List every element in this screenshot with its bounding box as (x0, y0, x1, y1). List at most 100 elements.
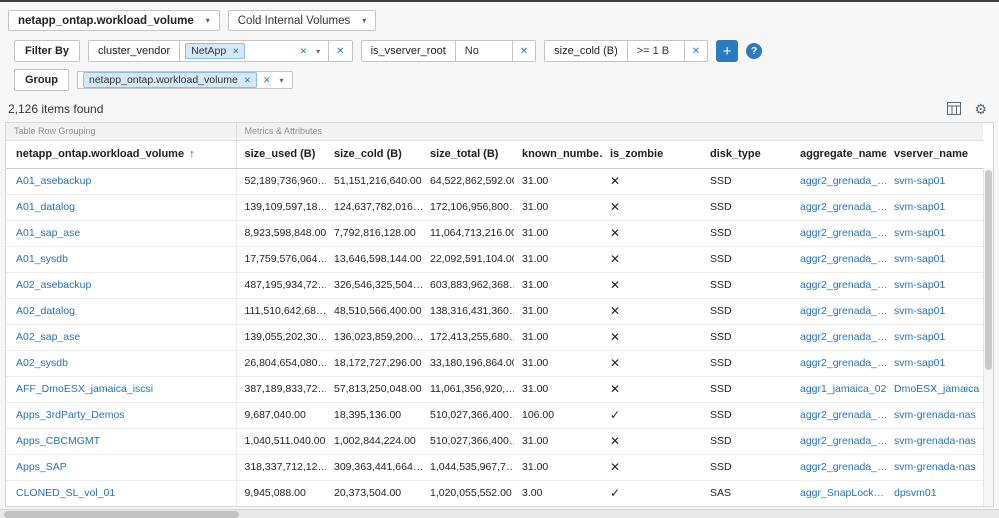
section-header-metrics: Metrics & Attributes (236, 123, 983, 140)
aggregate-name-link[interactable]: aggr2_grenada_… (800, 279, 886, 291)
aggregate-name-link[interactable]: aggr2_grenada_… (800, 331, 886, 343)
aggregate-name-link[interactable]: aggr2_grenada_… (800, 305, 886, 317)
column-header-size-total[interactable]: size_total (B) (422, 140, 514, 168)
cell-vserver-name: svm-sap01 (886, 220, 983, 246)
aggregate-name-link[interactable]: aggr2_grenada_… (800, 227, 886, 239)
vserver-name-link[interactable]: svm-grenada-nas (894, 409, 976, 421)
workload-volume-link[interactable]: A01_sap_ase (16, 227, 80, 239)
cell-value: ✕ (610, 460, 620, 474)
chevron-down-icon[interactable]: ▾ (277, 76, 287, 85)
table-row: A02_sysdb26,804,654,080…18,172,727,296.0… (6, 350, 983, 376)
cell-value: 139,055,202,30… (245, 331, 327, 343)
column-header-known-number[interactable]: known_numbe… (514, 140, 602, 168)
cell-size-total: 22,092,591,104.00 (422, 246, 514, 272)
workload-volume-link[interactable]: A01_datalog (16, 201, 75, 213)
filter-value-input[interactable]: NetApp ✕ ✕ ▾ (179, 40, 329, 62)
filter-value-input[interactable]: No (455, 40, 513, 62)
group-label: Group (14, 69, 69, 91)
column-header-size-cold[interactable]: size_cold (B) (326, 140, 422, 168)
vserver-name-link[interactable]: svm-grenada-nas (894, 461, 976, 473)
workload-volume-link[interactable]: AFF_DmoESX_jamaica_iscsi (16, 383, 153, 395)
cell-size-total: 510,027,366,400… (422, 428, 514, 454)
export-icon[interactable] (947, 102, 961, 115)
group-value-input[interactable]: netapp_ontap.workload_volume ✕ ✕ ▾ (77, 71, 293, 89)
cell-known-number: 31.00 (514, 194, 602, 220)
remove-filter-button[interactable]: ✕ (684, 40, 708, 62)
cell-aggregate-name: aggr2_grenada_… (792, 428, 886, 454)
workload-volume-link[interactable]: A01_sysdb (16, 253, 68, 265)
aggregate-name-link[interactable]: aggr1_jamaica_02 (800, 383, 886, 395)
cell-value: 3.00 (522, 487, 542, 499)
cell-is-zombie: ✕ (602, 194, 702, 220)
vserver-name-link[interactable]: DmoESX_jamaica (894, 383, 979, 395)
workload-volume-link[interactable]: A02_datalog (16, 305, 75, 317)
vserver-name-link[interactable]: svm-sap01 (894, 253, 945, 265)
cell-value: ✕ (610, 200, 620, 214)
cell-vserver-name: svm-sap01 (886, 194, 983, 220)
vertical-scrollbar-thumb[interactable] (985, 170, 992, 370)
workload-volume-link[interactable]: CLONED_SL_vol_01 (16, 487, 115, 499)
aggregate-name-link[interactable]: aggr2_grenada_… (800, 175, 886, 187)
chevron-down-icon[interactable]: ▾ (313, 47, 323, 56)
vserver-name-link[interactable]: svm-sap01 (894, 175, 945, 187)
cell-disk-type: SSD (702, 428, 792, 454)
group-bar: Group netapp_ontap.workload_volume ✕ ✕ ▾ (0, 62, 999, 91)
aggregate-name-link[interactable]: aggr2_grenada_… (800, 253, 886, 265)
vserver-name-link[interactable]: svm-sap01 (894, 227, 945, 239)
cell-known-number: 31.00 (514, 376, 602, 402)
vserver-name-link[interactable]: svm-sap01 (894, 331, 945, 343)
cell-size-total: 172,413,255,680… (422, 324, 514, 350)
vserver-name-link[interactable]: dpsvm01 (894, 487, 937, 499)
cell-value: 31.00 (522, 227, 548, 239)
remove-filter-button[interactable]: ✕ (328, 40, 352, 62)
column-header-disk-type[interactable]: disk_type (702, 140, 792, 168)
workload-volume-link[interactable]: A02_asebackup (16, 279, 91, 291)
cell-known-number: 31.00 (514, 454, 602, 480)
object-type-dropdown[interactable]: netapp_ontap.workload_volume ▾ (8, 10, 220, 31)
aggregate-name-link[interactable]: aggr_SnapLock… (800, 487, 884, 499)
horizontal-scrollbar-thumb[interactable] (4, 511, 239, 518)
column-header-vserver-name[interactable]: vserver_name (886, 140, 983, 168)
remove-filter-button[interactable]: ✕ (512, 40, 536, 62)
workload-volume-link[interactable]: Apps_CBCMGMT (16, 435, 100, 447)
column-header-is-zombie[interactable]: is_zombie (602, 140, 702, 168)
cell-value: SSD (710, 409, 732, 421)
help-icon[interactable]: ? (746, 43, 762, 59)
aggregate-name-link[interactable]: aggr2_grenada_… (800, 461, 886, 473)
vserver-name-link[interactable]: svm-sap01 (894, 279, 945, 291)
cell-size-used: 9,687,040.00 (236, 402, 326, 428)
vertical-scrollbar[interactable] (983, 168, 993, 506)
aggregate-name-link[interactable]: aggr2_grenada_… (800, 435, 886, 447)
aggregate-name-link[interactable]: aggr2_grenada_… (800, 409, 886, 421)
vserver-name-link[interactable]: svm-sap01 (894, 357, 945, 369)
column-header-workload-volume[interactable]: netapp_ontap.workload_volume↑ (6, 140, 236, 168)
workload-volume-link[interactable]: Apps_SAP (16, 461, 67, 473)
filter-bar: Filter By cluster_vendor NetApp ✕ ✕ ▾ ✕ … (0, 31, 999, 62)
column-header-aggregate-name[interactable]: aggregate_name (792, 140, 886, 168)
workload-volume-link[interactable]: A01_asebackup (16, 175, 91, 187)
vserver-name-link[interactable]: svm-grenada-nas (894, 435, 976, 447)
cell-value: 20,373,504.00 (334, 487, 401, 499)
workload-volume-link[interactable]: Apps_3rdParty_Demos (16, 409, 125, 421)
add-filter-button[interactable]: + (716, 40, 738, 62)
cell-value: SSD (710, 383, 732, 395)
remove-tag-icon[interactable]: ✕ (244, 75, 251, 86)
aggregate-name-link[interactable]: aggr2_grenada_… (800, 357, 886, 369)
workload-volume-link[interactable]: A02_sysdb (16, 357, 68, 369)
cell-aggregate-name: aggr2_grenada_… (792, 194, 886, 220)
workload-volume-link[interactable]: A02_sap_ase (16, 331, 80, 343)
clear-input-icon[interactable]: ✕ (300, 46, 308, 57)
aggregate-name-link[interactable]: aggr2_grenada_… (800, 201, 886, 213)
vserver-name-link[interactable]: svm-sap01 (894, 305, 945, 317)
cell-size-cold: 124,637,782,016… (326, 194, 422, 220)
remove-tag-icon[interactable]: ✕ (232, 46, 239, 57)
cell-value: SAS (710, 487, 731, 499)
column-header-size-used[interactable]: size_used (B) (236, 140, 326, 168)
vserver-name-link[interactable]: svm-sap01 (894, 201, 945, 213)
gear-icon[interactable]: ⚙ (974, 102, 987, 116)
saved-query-dropdown[interactable]: Cold Internal Volumes ▾ (228, 10, 377, 31)
clear-input-icon[interactable]: ✕ (263, 75, 271, 86)
horizontal-scrollbar[interactable] (0, 509, 999, 518)
table-row: Apps_SAP318,337,712,12…309,363,441,664…1… (6, 454, 983, 480)
filter-value-input[interactable]: >= 1 B (627, 40, 685, 62)
